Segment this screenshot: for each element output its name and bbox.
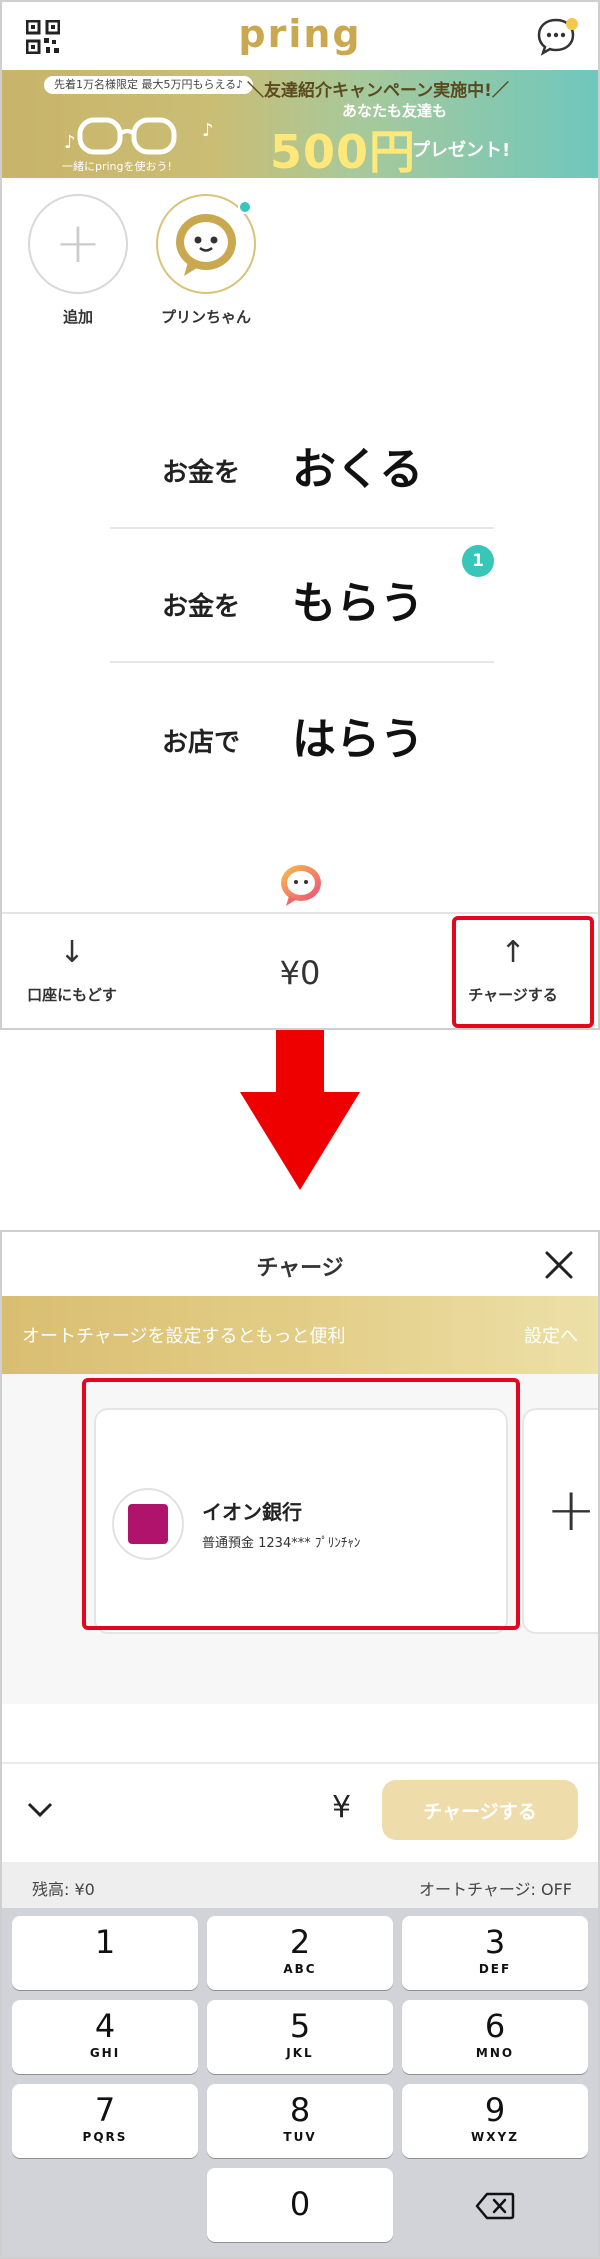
music-note-icon: ♪ [202,120,214,141]
key-digit: 5 [289,2007,311,2045]
balance-label: 残高: ¥0 [32,1880,95,1899]
charge-screen: チャージ オートチャージを設定するともっと便利 設定へ イオン銀行 普通預金 1… [0,1230,600,2259]
key-digit: 6 [484,2007,506,2045]
pay-at-store-button[interactable]: お店で はらう [110,663,494,797]
key-9[interactable]: 9 WXYZ [402,2084,588,2158]
send-money-button[interactable]: お金を おくる [110,395,494,529]
add-bank-card[interactable]: + [522,1408,598,1634]
receive-money-button[interactable]: お金を もらう 1 [110,529,494,663]
plus-icon: + [546,1475,597,1545]
close-icon[interactable] [544,1250,574,1280]
referral-campaign-banner[interactable]: 先着1万名様限定 最大5万円もらえる♪ ♪ ♪ 一緒にpringを使おう! ＼友… [2,70,598,178]
key-letters: JKL [286,2046,314,2060]
backspace-icon [475,2192,515,2220]
chevron-down-icon[interactable] [26,1800,54,1820]
auto-charge-settings-link[interactable]: 設定へ [524,1322,578,1348]
page-title: チャージ [256,1256,344,1281]
currency-symbol: ¥ [332,1790,352,1825]
receive-label: もらう [292,578,424,629]
online-indicator [238,200,252,214]
key-digit: 7 [94,2091,116,2129]
key-digit: 8 [289,2091,311,2129]
key-digit: 1 [94,1923,116,1961]
banner-tag: 先着1万名様限定 最大5万円もらえる♪ [44,76,254,94]
pay-prefix: お店で [162,728,241,758]
key-letters: MNO [475,2046,515,2060]
highlight-frame [452,916,594,1028]
amount-input-row: ¥ チャージする [2,1762,598,1862]
charge-submit-button[interactable]: チャージする [382,1780,578,1840]
plus-icon: + [54,211,102,276]
key-digit: 4 [94,2007,116,2045]
glasses-illustration-icon [77,117,177,155]
key-5[interactable]: 5 JKL [207,2000,393,2074]
key-letters: PQRS [82,2130,128,2144]
banner-present: プレゼント! [412,140,511,161]
chat-bubble-icon[interactable] [536,16,580,56]
auto-charge-message: オートチャージを設定するともっと便利 [22,1326,346,1347]
add-friend-label: 追加 [62,308,93,326]
key-3[interactable]: 3 DEF [402,1916,588,1990]
key-1[interactable]: 1 [12,1916,198,1990]
auto-charge-status: オートチャージ: OFF [419,1880,572,1899]
key-2[interactable]: 2 ABC [207,1916,393,1990]
highlight-frame [82,1378,520,1630]
friend-name: プリンちゃん [160,308,251,326]
auto-charge-banner[interactable]: オートチャージを設定するともっと便利 設定へ [2,1296,598,1374]
key-letters: ABC [283,1962,317,1976]
send-prefix: お金を [162,458,241,488]
notification-badge: 1 [462,545,494,577]
banner-headline: ＼友達紹介キャンペーン実施中!／ [247,81,509,101]
add-friend-circle[interactable]: + [28,194,128,294]
key-4[interactable]: 4 GHI [12,2000,198,2074]
pay-label: はらう [292,714,424,765]
step-down-arrow-icon [240,1030,360,1190]
friend-pudding[interactable]: プリンちゃん [154,194,258,327]
banner-subtext: 一緒にpringを使おう! [62,160,172,173]
key-letters: TUV [283,2130,317,2144]
home-screen: pring 先着1万名様限定 最大5万円もらえる♪ ♪ ♪ 一緒にpringを使… [0,0,600,1030]
avatar[interactable] [156,194,256,294]
key-digit: 3 [484,1923,506,1961]
charge-header: チャージ [2,1232,598,1296]
key-letters: DEF [478,1962,512,1976]
add-friend-button[interactable]: + 追加 [26,194,130,327]
key-6[interactable]: 6 MNO [402,2000,588,2074]
key-7[interactable]: 7 PQRS [12,2084,198,2158]
send-label: おくる [292,444,424,495]
key-8[interactable]: 8 TUV [207,2084,393,2158]
key-0[interactable]: 0 [207,2168,393,2242]
key-digit: 0 [289,2185,311,2223]
key-letters: GHI [89,2046,121,2060]
banner-amount: 500円 [270,125,417,178]
home-header: pring [2,2,598,70]
backspace-key[interactable] [402,2168,588,2242]
keypad-info-bar: 残高: ¥0 オートチャージ: OFF [2,1862,598,1908]
mascot-tab-icon[interactable] [276,860,326,910]
key-digit: 2 [289,1923,311,1961]
key-digit: 9 [484,2091,506,2129]
numeric-keypad: 残高: ¥0 オートチャージ: OFF 1 2 ABC 3 DEF 4 GHI … [2,1862,598,2257]
receive-prefix: お金を [162,592,241,622]
pring-logo: pring [238,12,362,56]
key-letters: WXYZ [471,2130,519,2144]
